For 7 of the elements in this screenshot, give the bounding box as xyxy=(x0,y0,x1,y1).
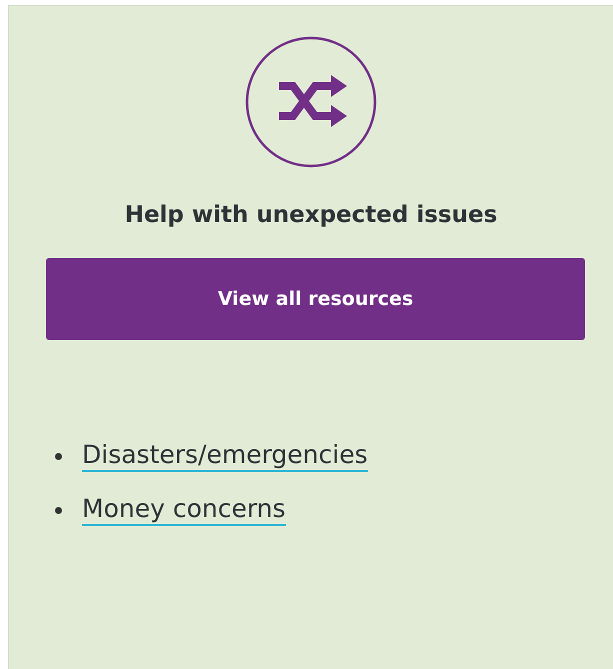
card-title: Help with unexpected issues xyxy=(124,202,498,228)
resource-link[interactable]: Money concerns xyxy=(82,494,286,526)
bullet-icon xyxy=(55,506,62,514)
resource-link[interactable]: Disasters/emergencies xyxy=(82,440,368,472)
bullet-icon xyxy=(55,452,62,460)
view-resources-button[interactable]: View all resources xyxy=(46,258,585,340)
shuffle-icon xyxy=(245,36,377,168)
